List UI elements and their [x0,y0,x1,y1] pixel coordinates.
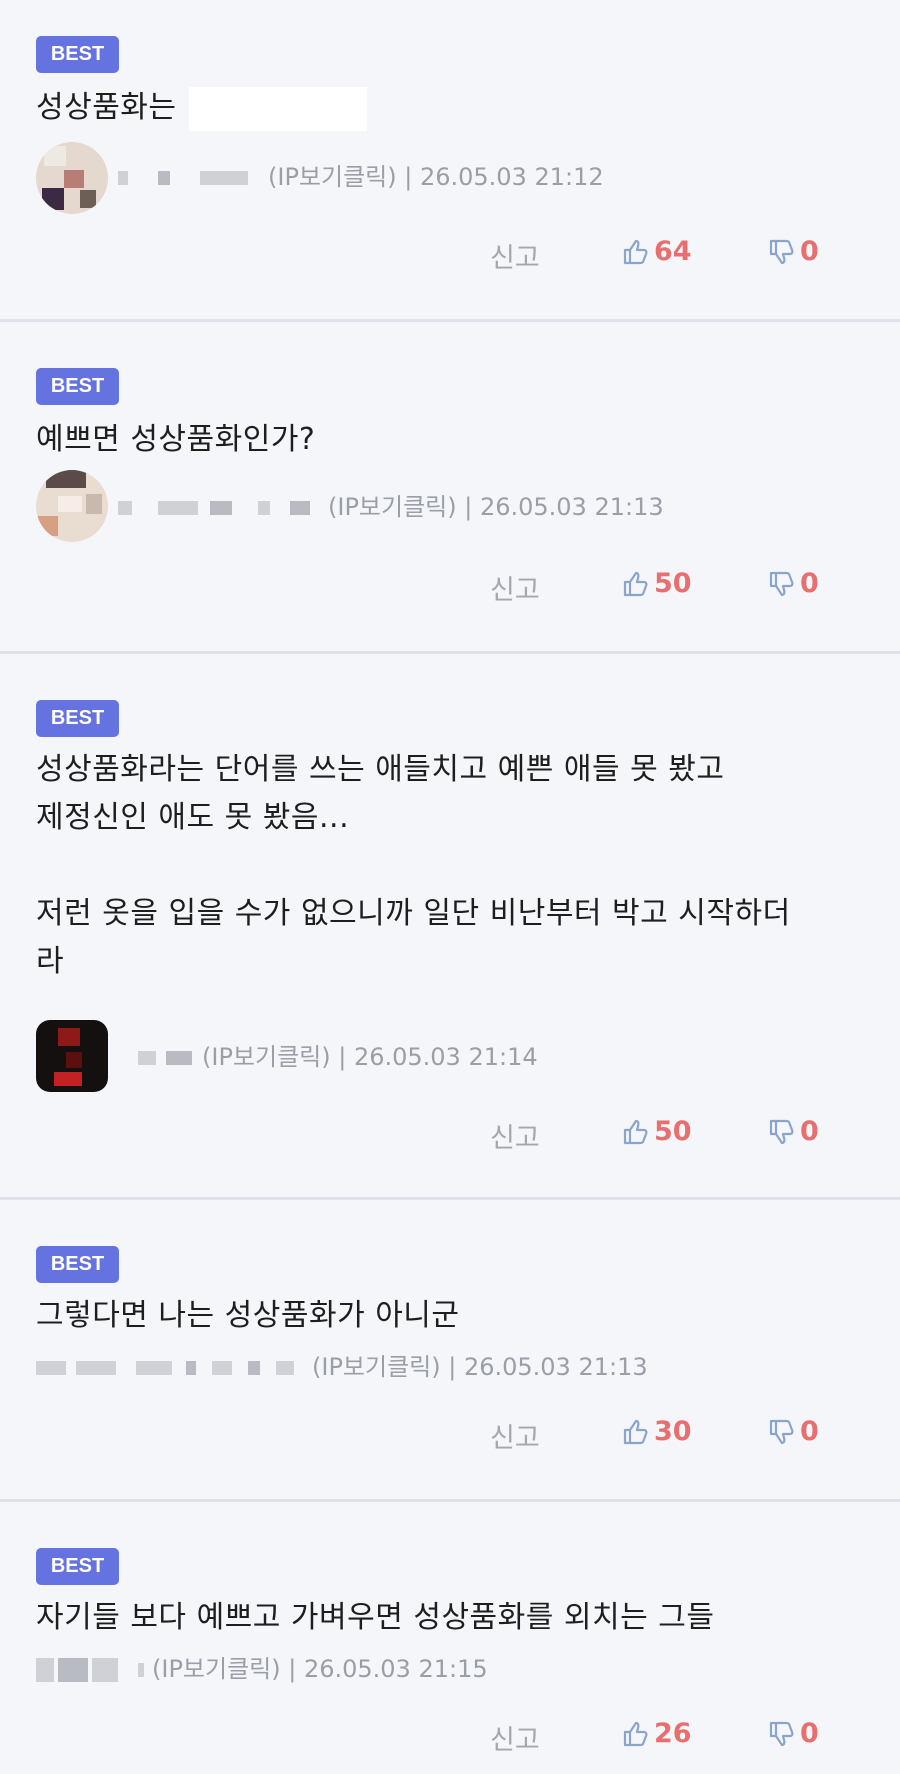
upvote-count: 50 [654,568,692,599]
comment-item: BEST 성상품화라는 단어를 쓰는 애들치고 예쁜 애들 못 봤고 제정신인 … [0,654,900,1200]
avatar[interactable] [36,1020,108,1092]
nickname-censored [118,162,263,192]
upvote-button[interactable]: 50 [622,1116,692,1147]
comment-item: BEST 예쁘면 성상품화인가? (IP보기클릭) | 26.05.03 21:… [0,322,900,654]
downvote-count: 0 [800,1116,819,1147]
avatar[interactable] [36,142,108,214]
comment-meta[interactable]: (IP보기클릭) | 26.05.03 21:13 [312,1352,648,1382]
downvote-count: 0 [800,1718,819,1749]
comment-text: 성상품화는 [36,84,876,132]
downvote-button[interactable]: 0 [768,568,819,599]
thumbs-up-icon [623,1721,648,1746]
comment-meta[interactable]: (IP보기클릭) | 26.05.03 21:15 [152,1654,488,1684]
nickname-censored [118,492,318,522]
thumbs-up-icon [623,1119,648,1144]
censored-block [188,86,367,131]
report-button[interactable]: 신고 [490,1718,540,1757]
best-badge: BEST [36,368,119,405]
upvote-count: 30 [654,1416,692,1447]
downvote-button[interactable]: 0 [768,236,819,267]
downvote-button[interactable]: 0 [768,1416,819,1447]
nickname-censored [36,1352,306,1382]
upvote-button[interactable]: 30 [622,1416,692,1447]
downvote-button[interactable]: 0 [768,1116,819,1147]
upvote-button[interactable]: 26 [622,1718,692,1749]
comment-actions: 신고 30 0 [0,1416,900,1456]
comment-item: BEST 자기들 보다 예쁘고 가벼우면 성상품화를 외치는 그들 (IP보기클… [0,1502,900,1774]
thumbs-down-icon [769,1721,794,1746]
thumbs-down-icon [769,571,794,596]
comment-text-content: 성상품화는 [36,90,177,125]
nickname-censored [36,1654,148,1684]
downvote-count: 0 [800,1416,819,1447]
thumbs-down-icon [769,239,794,264]
comment-actions: 신고 26 0 [0,1718,900,1758]
report-button[interactable]: 신고 [490,1416,540,1455]
comment-text: 예쁘면 성상품화인가? [36,422,316,457]
upvote-count: 50 [654,1116,692,1147]
comment-item: BEST 그렇다면 나는 성상품화가 아니군 (IP보기클릭) | 26.05.… [0,1200,900,1502]
thumbs-up-icon [623,571,648,596]
best-badge: BEST [36,700,119,737]
report-button[interactable]: 신고 [490,236,540,275]
best-badge: BEST [36,1548,119,1585]
best-badge: BEST [36,36,119,73]
comment-item: BEST 성상품화는 (IP보기클릭) | 26.05.03 21:12 신고 … [0,0,900,322]
comment-actions: 신고 50 0 [0,568,900,608]
downvote-count: 0 [800,236,819,267]
thumbs-down-icon [769,1119,794,1144]
comment-text: 그렇다면 나는 성상품화가 아니군 [36,1298,460,1333]
comment-meta[interactable]: (IP보기클릭) | 26.05.03 21:14 [202,1042,538,1072]
best-badge: BEST [36,1246,119,1283]
upvote-button[interactable]: 64 [622,236,692,267]
comment-text: 자기들 보다 예쁘고 가벼우면 성상품화를 외치는 그들 [36,1600,715,1635]
nickname-censored [138,1042,204,1072]
comment-meta[interactable]: (IP보기클릭) | 26.05.03 21:12 [268,162,604,192]
comment-text: 성상품화라는 단어를 쓰는 애들치고 예쁜 애들 못 봤고 제정신인 애도 못 … [36,752,791,979]
report-button[interactable]: 신고 [490,568,540,607]
thumbs-up-icon [623,239,648,264]
comment-meta[interactable]: (IP보기클릭) | 26.05.03 21:13 [328,492,664,522]
downvote-button[interactable]: 0 [768,1718,819,1749]
upvote-count: 26 [654,1718,692,1749]
comment-actions: 신고 50 0 [0,1116,900,1156]
report-button[interactable]: 신고 [490,1116,540,1155]
avatar[interactable] [36,470,108,542]
downvote-count: 0 [800,568,819,599]
thumbs-up-icon [623,1419,648,1444]
upvote-count: 64 [654,236,692,267]
upvote-button[interactable]: 50 [622,568,692,599]
comment-actions: 신고 64 0 [0,236,900,276]
thumbs-down-icon [769,1419,794,1444]
